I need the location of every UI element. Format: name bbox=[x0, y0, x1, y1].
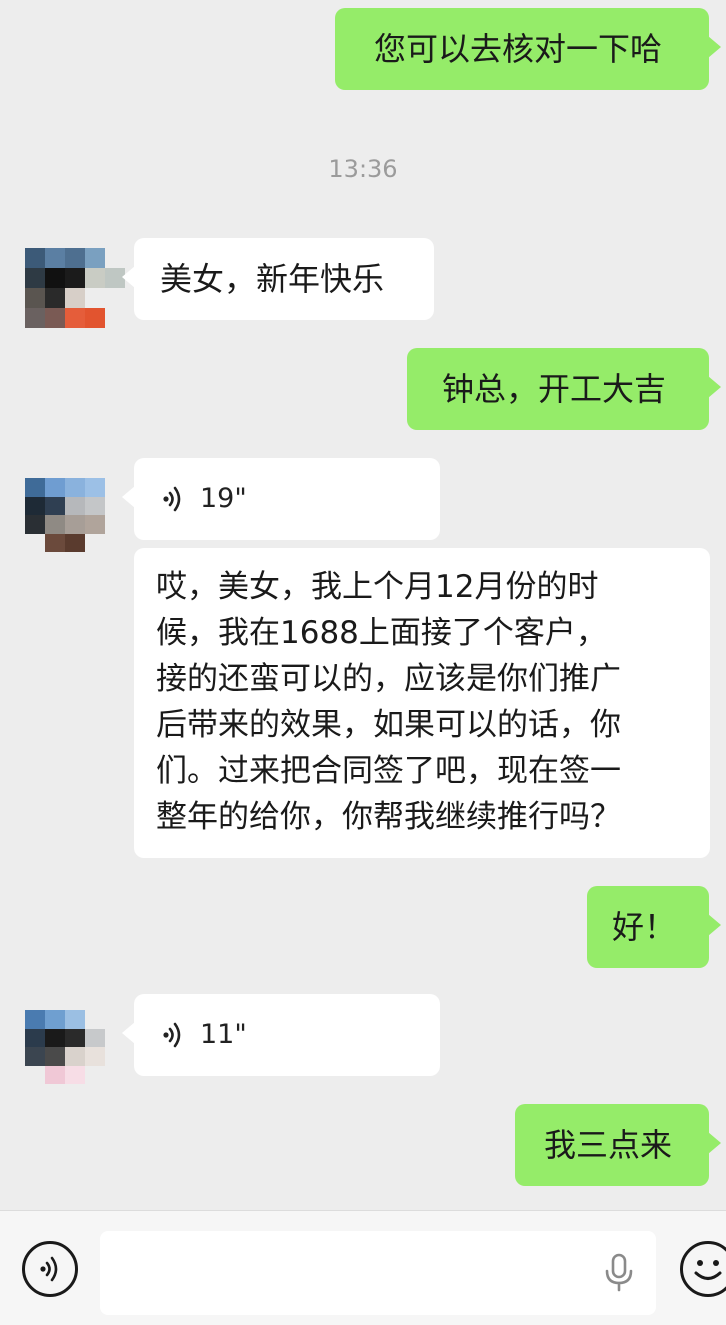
message-line: 哎，美女，我上个月12月份的时 bbox=[156, 569, 599, 605]
voice-wave-icon bbox=[160, 484, 190, 514]
input-toolbar bbox=[0, 1210, 726, 1325]
avatar[interactable] bbox=[25, 478, 125, 552]
message-text: 钟总，开工大吉 bbox=[441, 370, 666, 408]
message-line: 接的还蛮可以的，应该是你们推广 bbox=[156, 661, 621, 697]
sent-message-bubble[interactable]: 您可以去核对一下哈 bbox=[335, 8, 721, 90]
message-line: 候，我在1688上面接了个客户， bbox=[156, 615, 607, 651]
received-message-bubble[interactable]: 哎，美女，我上个月12月份的时 候，我在1688上面接了个客户， 接的还蛮可以的… bbox=[134, 548, 710, 858]
chat-area: 您可以去核对一下哈 13:36 美女，新年快乐 钟总，开工大吉 19" 哎，美女… bbox=[0, 0, 726, 1210]
message-line: 后带来的效果，如果可以的话，你 bbox=[156, 707, 621, 743]
voice-duration: 19" bbox=[200, 483, 247, 514]
message-text: 好！ bbox=[612, 908, 677, 946]
sent-message-bubble[interactable]: 钟总，开工大吉 bbox=[407, 348, 721, 430]
message-input[interactable] bbox=[100, 1231, 656, 1315]
timestamp: 13:36 bbox=[328, 155, 398, 183]
message-line: 们。过来把合同签了吧，现在签一 bbox=[156, 753, 621, 789]
avatar[interactable] bbox=[25, 1010, 125, 1084]
message-text: 您可以去核对一下哈 bbox=[373, 30, 662, 68]
message-text: 我三点来 bbox=[543, 1126, 672, 1164]
voice-message-bubble[interactable]: 11" bbox=[122, 994, 440, 1076]
message-text: 美女，新年快乐 bbox=[160, 260, 385, 298]
voice-input-icon[interactable] bbox=[22, 1241, 78, 1297]
mic-icon[interactable] bbox=[602, 1253, 636, 1293]
voice-message-bubble[interactable]: 19" bbox=[122, 458, 440, 540]
voice-wave-icon bbox=[160, 1020, 190, 1050]
avatar[interactable] bbox=[25, 248, 125, 328]
emoji-icon[interactable] bbox=[680, 1241, 726, 1297]
sent-message-bubble[interactable]: 好！ bbox=[587, 886, 721, 968]
message-line: 整年的给你，你帮我继续推行吗？ bbox=[156, 799, 621, 835]
voice-duration: 11" bbox=[200, 1019, 247, 1050]
sent-message-bubble[interactable]: 我三点来 bbox=[515, 1104, 721, 1186]
received-message-bubble[interactable]: 美女，新年快乐 bbox=[122, 238, 434, 320]
